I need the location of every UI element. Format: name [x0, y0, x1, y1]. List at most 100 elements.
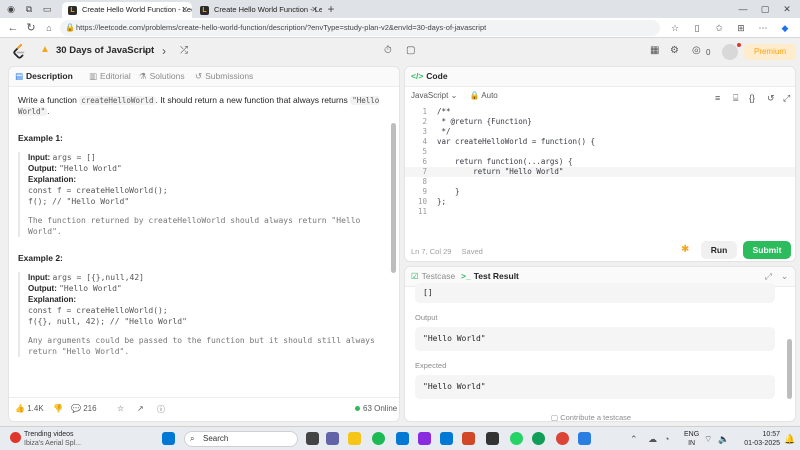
auto-toggle[interactable]: 🔒 Auto — [470, 91, 498, 100]
back-icon[interactable]: ← — [6, 21, 20, 35]
cloud-icon[interactable]: ☁ — [648, 432, 657, 446]
format-icon[interactable]: ≡ — [715, 91, 720, 105]
code-line: 3 */ — [422, 127, 451, 136]
tab-editorial[interactable]: ▥ Editorial — [89, 71, 131, 82]
leetcode-favicon-icon: L — [68, 6, 77, 15]
more-menu-icon[interactable]: ⋯ — [756, 21, 770, 35]
tab-solutions[interactable]: ⚗ Solutions — [139, 71, 185, 82]
leetcode-navbar: ▲ 30 Days of JavaScript ‹ › ⤮ ⏱ ▢ ▦ ⚙ ◎ … — [0, 38, 800, 66]
submit-button[interactable]: Submit — [743, 241, 791, 259]
whatsapp-icon[interactable] — [510, 432, 523, 445]
editor-status: Ln 7, Col 29 Saved — [411, 247, 483, 256]
tray-app-icon[interactable]: ◔ — [664, 432, 669, 446]
streak-fire-icon[interactable]: ◎ — [692, 44, 701, 58]
help-icon[interactable]: ⓘ — [157, 404, 165, 415]
tab-code[interactable]: </> Code — [411, 71, 448, 81]
debug-icon[interactable]: ✱ — [681, 243, 689, 257]
avatar[interactable] — [722, 44, 738, 60]
run-button[interactable]: Run — [701, 241, 737, 259]
favorite-star-icon[interactable]: ☆ — [117, 404, 124, 413]
tab-test-result[interactable]: >_ Test Result — [461, 271, 519, 281]
outlook-icon[interactable] — [440, 432, 453, 445]
taskbar-search[interactable]: ⌕ Search — [184, 431, 298, 447]
home-icon[interactable]: ⌂ — [42, 21, 56, 35]
refresh-icon[interactable]: ↻ — [24, 21, 38, 35]
notes-icon[interactable]: ▢ — [406, 44, 415, 58]
shuffle-icon[interactable]: ⤮ — [180, 44, 188, 58]
powerpoint-icon[interactable] — [462, 432, 475, 445]
news-widget[interactable]: Trending videos Ibiza's Aerial Spl... — [8, 430, 81, 448]
split-screen-icon[interactable]: ▯ — [690, 21, 704, 35]
browser-tab[interactable]: L Create Hello World Function - Lee ✕ — [194, 2, 322, 18]
language-indicator[interactable]: ENG IN — [684, 430, 699, 448]
description-tabs: ▤ Description ▥ Editorial ⚗ Solutions ↺ Subm… — [9, 67, 399, 87]
comments-button[interactable]: 💬 216 — [71, 404, 97, 413]
lock-icon: 🔒 — [65, 23, 75, 32]
wifi-icon[interactable]: ⌔ — [704, 432, 712, 446]
close-tab-icon[interactable]: ✕ — [311, 2, 318, 18]
leetcode-logo-icon[interactable] — [12, 44, 26, 60]
favorites-star-icon[interactable]: ☆ — [668, 21, 682, 35]
teams-icon[interactable] — [326, 432, 339, 445]
close-window-icon[interactable]: ✕ — [780, 2, 794, 16]
test-panel-scrollbar[interactable] — [787, 339, 792, 399]
layout-icon[interactable]: ▦ — [650, 44, 659, 58]
tab-testcase[interactable]: ☑ Testcase — [411, 271, 455, 282]
maximize-icon[interactable]: ▢ — [758, 2, 772, 16]
timer-icon[interactable]: ⏱ — [384, 44, 392, 58]
chrome-icon[interactable] — [556, 432, 569, 445]
collections-icon[interactable]: ⊞ — [734, 21, 748, 35]
online-dot — [355, 406, 360, 411]
tray-expand-icon[interactable]: ⌃ — [630, 432, 638, 446]
windows-taskbar: Trending videos Ibiza's Aerial Spl... ⌕ … — [0, 426, 800, 450]
windows-start-icon[interactable] — [162, 432, 175, 445]
close-tab-icon[interactable]: ✕ — [181, 2, 188, 18]
taskbar-clock[interactable]: 10:57 01-03-2025 — [736, 430, 780, 448]
volume-icon[interactable]: 🔈 — [718, 432, 729, 446]
favorites-icon[interactable]: ✩ — [712, 21, 726, 35]
notifications-icon[interactable]: 🔔 — [784, 432, 795, 446]
task-view-icon[interactable] — [306, 432, 319, 445]
collapse-icon[interactable]: ⌄ — [781, 271, 788, 282]
store-icon[interactable] — [396, 432, 409, 445]
profile-icon[interactable]: ◉ — [4, 2, 18, 16]
tab-description[interactable]: ▤ Description — [15, 71, 73, 82]
new-tab-icon[interactable]: + — [324, 2, 338, 16]
prev-problem-icon[interactable]: ‹ — [144, 44, 148, 58]
code-editor[interactable]: 1/** 2 * @return {Function} 3 */ 4 var cr… — [405, 107, 795, 235]
editorial-icon: ▥ — [89, 71, 98, 81]
photos-icon[interactable] — [578, 432, 591, 445]
tab-submissions[interactable]: ↺ Submissions — [195, 71, 253, 82]
expand-icon[interactable]: ⤢ — [765, 271, 772, 282]
app-icon[interactable] — [486, 432, 499, 445]
browser-tab-bar: ◉ ⧉ ▭ L Create Hello World Function - Le… — [0, 0, 800, 18]
dislike-icon[interactable]: 👎 — [53, 404, 63, 413]
example-block: Input: args = [{},null,42] Output: "Hell… — [18, 272, 390, 357]
premium-button[interactable]: Premium — [744, 44, 796, 60]
workspaces-icon[interactable]: ⧉ — [22, 2, 36, 16]
fullscreen-icon[interactable]: ⤢ — [783, 91, 790, 105]
spotify-icon[interactable] — [372, 432, 385, 445]
study-plan-title[interactable]: 30 Days of JavaScript — [56, 45, 154, 56]
url-field[interactable]: 🔒 https://leetcode.com/problems/create-h… — [60, 20, 660, 36]
braces-icon[interactable]: {} — [749, 91, 755, 105]
bookmark-icon[interactable]: ⌸ — [733, 91, 738, 105]
description-scrollbar[interactable] — [391, 123, 396, 273]
file-explorer-icon[interactable] — [348, 432, 361, 445]
edge-icon[interactable] — [532, 432, 545, 445]
like-button[interactable]: 👍 1.4K — [15, 404, 44, 413]
tab-actions-icon[interactable]: ▭ — [40, 2, 54, 16]
example-title: Example 1: — [18, 133, 63, 143]
minimize-icon[interactable]: — — [736, 2, 750, 16]
copilot-icon[interactable]: ◆ — [778, 21, 792, 35]
contribute-testcase-link[interactable]: ▢ Contribute a testcase — [551, 413, 631, 421]
language-select[interactable]: JavaScript ⌄ — [411, 91, 457, 100]
code-panel-header: </> Code — [405, 67, 795, 87]
browser-tab[interactable]: L Create Hello World Function - Lee ✕ — [62, 2, 192, 18]
next-problem-icon[interactable]: › — [162, 44, 166, 58]
share-icon[interactable]: ↗ — [137, 404, 144, 413]
reset-icon[interactable]: ↺ — [767, 91, 775, 105]
settings-gear-icon[interactable]: ⚙ — [670, 44, 679, 58]
code-line: 6 return function(...args) { — [422, 157, 573, 166]
app-icon[interactable] — [418, 432, 431, 445]
